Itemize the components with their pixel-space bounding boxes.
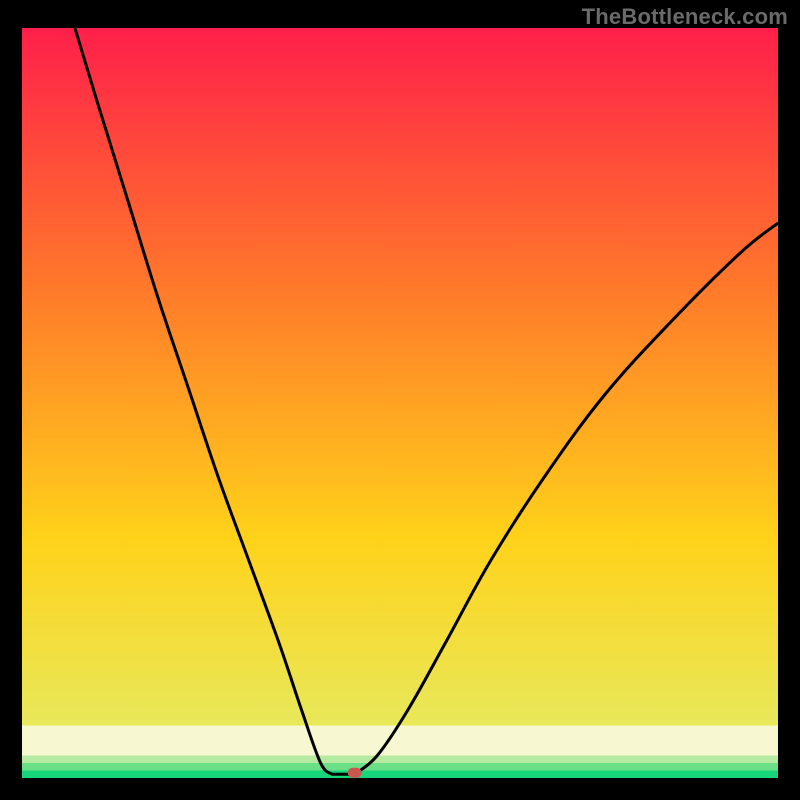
optimal-marker <box>348 768 362 778</box>
band <box>22 756 778 764</box>
chart-svg <box>22 28 778 778</box>
watermark-text: TheBottleneck.com <box>582 4 788 30</box>
gradient-background <box>22 28 778 778</box>
bottom-bands <box>22 726 778 779</box>
chart-frame: TheBottleneck.com <box>0 0 800 800</box>
band <box>22 763 778 771</box>
plot-area <box>22 28 778 778</box>
band <box>22 771 778 779</box>
band <box>22 726 778 756</box>
